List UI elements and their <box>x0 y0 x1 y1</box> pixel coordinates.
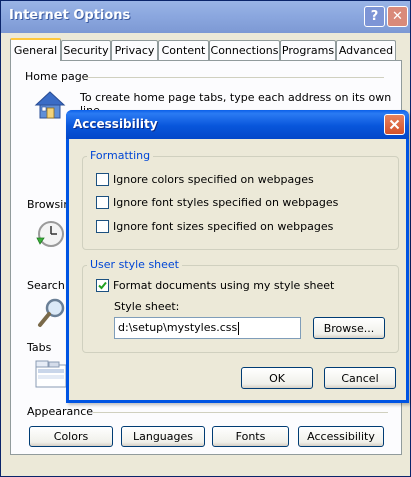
ignore-font-sizes-checkbox[interactable] <box>96 220 109 233</box>
text-caret <box>238 321 240 335</box>
fonts-button[interactable]: Fonts <box>212 426 289 447</box>
style-sheet-label: Style sheet: <box>114 300 180 313</box>
style-sheet-value: d:\setup\mystyles.css <box>118 321 238 334</box>
button-label: Fonts <box>235 430 266 443</box>
tab-label: Security <box>63 44 109 57</box>
tab-connections[interactable]: Connections <box>209 40 280 60</box>
button-label: Cancel <box>341 371 379 385</box>
window-close-button[interactable]: ✕ <box>387 6 408 27</box>
section-divider <box>93 412 388 413</box>
tab-programs[interactable]: Programs <box>280 40 336 60</box>
dialog-title: Accessibility <box>73 117 158 131</box>
ignore-font-sizes-option[interactable]: Ignore font sizes specified on webpages <box>96 220 333 233</box>
browse-button[interactable]: Browse... <box>313 317 385 339</box>
tab-general[interactable]: General <box>10 38 61 61</box>
ok-button[interactable]: OK <box>241 367 313 389</box>
user-style-sheet-legend: User style sheet <box>87 258 182 271</box>
languages-button[interactable]: Languages <box>121 426 205 447</box>
tab-security[interactable]: Security <box>61 40 111 60</box>
colors-button[interactable]: Colors <box>29 426 113 447</box>
tab-label: Programs <box>281 44 335 57</box>
option-label: Ignore colors specified on webpages <box>113 173 314 186</box>
checkmark-icon <box>98 281 107 290</box>
ignore-colors-option[interactable]: Ignore colors specified on webpages <box>96 173 314 186</box>
button-label: Colors <box>53 430 89 443</box>
ignore-font-styles-option[interactable]: Ignore font styles specified on webpages <box>96 196 338 209</box>
tab-privacy[interactable]: Privacy <box>111 40 158 60</box>
home-icon <box>34 91 66 119</box>
button-label: Accessibility <box>307 430 375 443</box>
tab-label: Privacy <box>114 44 155 57</box>
format-documents-option[interactable]: Format documents using my style sheet <box>96 279 334 292</box>
button-label: Browse... <box>323 321 375 335</box>
internet-options-titlebar[interactable]: Internet Options ? ✕ <box>1 1 410 33</box>
close-icon: ✕ <box>392 9 403 24</box>
tab-label: Advanced <box>338 44 394 57</box>
style-sheet-input[interactable]: d:\setup\mystyles.css <box>114 317 301 339</box>
section-divider <box>84 77 384 78</box>
accessibility-dialog-titlebar[interactable]: Accessibility <box>66 110 409 139</box>
appearance-label: Appearance <box>27 405 94 418</box>
window-title: Internet Options <box>9 8 131 23</box>
tab-advanced[interactable]: Advanced <box>336 40 396 60</box>
option-label: Format documents using my style sheet <box>113 279 335 292</box>
tab-content[interactable]: Content <box>158 40 209 60</box>
format-documents-checkbox[interactable] <box>96 279 109 292</box>
formatting-legend: Formatting <box>87 149 154 162</box>
search-icon <box>38 298 65 327</box>
history-clock-icon <box>36 221 64 247</box>
option-label: Ignore font styles specified on webpages <box>113 196 339 209</box>
tabs-section-label: Tabs <box>27 341 52 354</box>
tab-label: Content <box>161 44 206 57</box>
tab-label: General <box>13 44 58 57</box>
help-button[interactable]: ? <box>364 6 385 27</box>
button-label: OK <box>269 371 285 385</box>
cancel-button[interactable]: Cancel <box>324 367 396 389</box>
accessibility-dialog: Accessibility Formatting Ignore colors s… <box>66 110 409 403</box>
button-label: Languages <box>132 430 194 443</box>
accessibility-button[interactable]: Accessibility <box>298 426 384 447</box>
search-label: Search <box>27 279 65 292</box>
tabs-icon <box>35 360 67 388</box>
dialog-close-button[interactable] <box>384 114 405 135</box>
help-icon: ? <box>370 9 379 24</box>
tab-label: Connections <box>210 44 279 57</box>
home-page-label: Home page <box>25 70 89 83</box>
option-label: Ignore font sizes specified on webpages <box>113 220 334 233</box>
ignore-colors-checkbox[interactable] <box>96 173 109 186</box>
ignore-font-styles-checkbox[interactable] <box>96 196 109 209</box>
close-icon <box>389 119 400 130</box>
